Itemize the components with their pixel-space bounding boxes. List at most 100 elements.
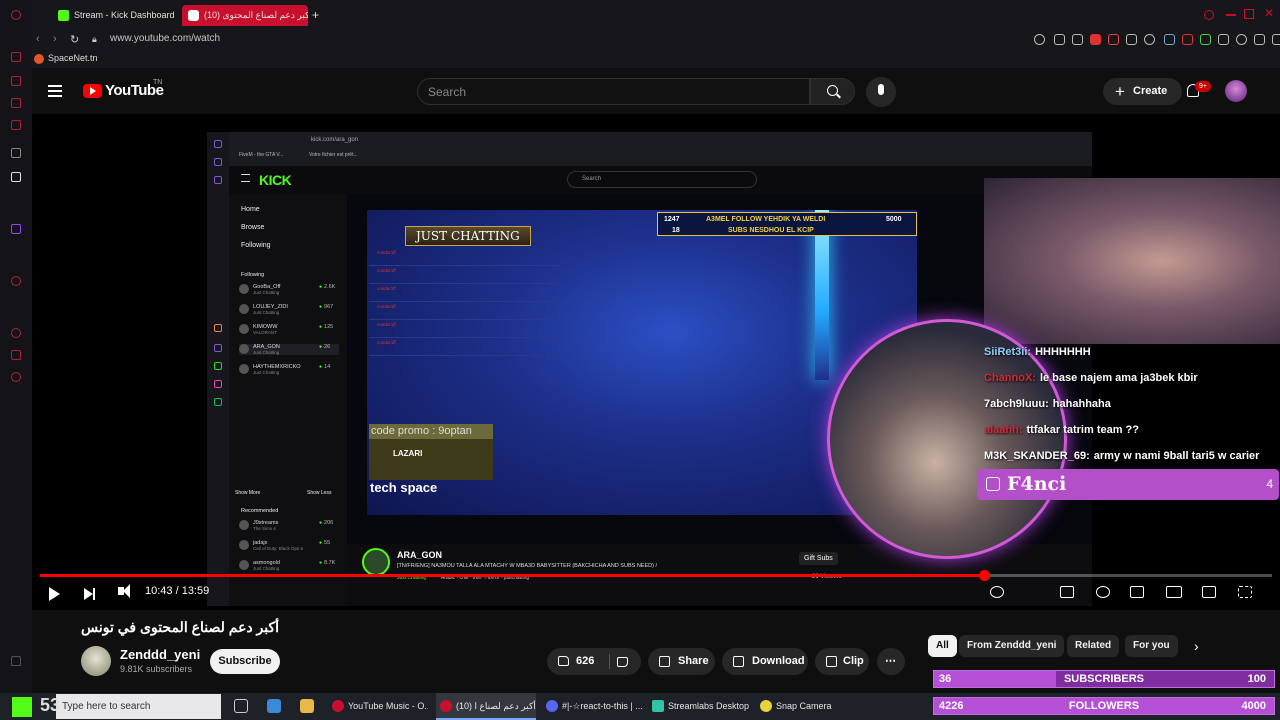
bookmark-spacenet[interactable]: SpaceNet.tn (34, 53, 98, 64)
more-actions-button[interactable]: ⋯ (877, 648, 905, 675)
heart-icon[interactable] (1144, 34, 1155, 45)
microphone-icon (878, 84, 884, 95)
start-button-icon[interactable] (12, 697, 32, 717)
capture-instagram-icon (214, 380, 222, 388)
zoom-icon[interactable] (1034, 34, 1045, 45)
vpn-icon[interactable] (1090, 34, 1101, 45)
sidebar-more-icon[interactable] (11, 656, 21, 666)
taskbar-app-snap-camera[interactable]: Snap Camera (756, 693, 836, 720)
sidebar-settings-icon[interactable] (11, 372, 21, 382)
sidebar-home-icon[interactable] (11, 52, 21, 62)
miniplayer-icon[interactable] (1130, 586, 1144, 598)
sidebar-gmail-icon[interactable] (11, 120, 21, 130)
taskbar-app-opera-youtube[interactable]: (10) أكبر دعم لصناع ا... (436, 693, 536, 720)
search-tabs-icon[interactable] (1204, 10, 1214, 20)
theater-mode-icon[interactable] (1166, 586, 1182, 598)
player-icon[interactable] (1126, 34, 1137, 45)
clip-button[interactable]: Clip (815, 648, 869, 675)
copilot-icon[interactable] (267, 699, 281, 713)
create-button[interactable]: + Create (1103, 78, 1182, 105)
highlight-name: F4nci (1007, 473, 1067, 495)
chip-related[interactable]: Related (1067, 635, 1120, 657)
chip-all[interactable]: All (928, 635, 957, 657)
search-button[interactable] (810, 78, 855, 105)
thumbs-down-icon[interactable] (617, 657, 628, 667)
extension-a-icon[interactable] (1164, 34, 1175, 45)
taskbar-app-streamlabs[interactable]: Streamlabs Desktop (648, 693, 750, 720)
voice-search-button[interactable] (866, 77, 896, 107)
file-explorer-icon[interactable] (300, 699, 314, 713)
video-player[interactable]: kick.com/ara_gon FiveM - the GTA V... Vo… (32, 114, 1280, 610)
kick-recommended-item: J9streams206The Sims 4 (239, 520, 333, 531)
streamer-name: ARA_GON (397, 550, 443, 560)
share-icon (659, 656, 670, 667)
sidebar-clock-icon[interactable] (11, 328, 21, 338)
capture-sidebar-icon-5 (214, 344, 222, 352)
search-input[interactable] (428, 84, 798, 100)
maximize-icon[interactable] (1244, 9, 1254, 19)
subtitles-icon[interactable] (1060, 586, 1074, 598)
chip-from-channel[interactable]: From Zenddd_yeni (959, 635, 1065, 657)
extension-b-icon[interactable] (1182, 34, 1193, 45)
extensions-puzzle-icon[interactable] (1218, 34, 1229, 45)
tab-youtube-video[interactable]: (10) أكبر دعم لصناع المحتوى (182, 5, 308, 26)
sidebar-extensions-icon[interactable] (11, 350, 21, 360)
notification-badge: 9+ (1195, 81, 1211, 92)
close-window-icon[interactable]: ✕ (1264, 6, 1274, 20)
cast-icon[interactable] (1202, 586, 1216, 598)
settings-gear-icon[interactable] (1096, 586, 1110, 598)
download-icon[interactable] (1254, 34, 1265, 45)
hamburger-menu-icon[interactable] (48, 85, 62, 97)
sidebar-bag-icon[interactable] (11, 76, 21, 86)
progress-bar[interactable] (40, 570, 1272, 581)
reload-icon[interactable]: ↻ (70, 33, 79, 46)
profile-icon[interactable] (1236, 34, 1247, 45)
autoplay-toggle-icon[interactable] (990, 586, 1004, 598)
sidebar-twitch-icon[interactable] (11, 224, 21, 234)
scrubber-handle[interactable] (978, 570, 990, 581)
opera-logo-icon[interactable] (11, 10, 21, 20)
snapshot-icon[interactable] (1072, 34, 1083, 45)
account-avatar[interactable] (1225, 80, 1247, 102)
channel-name[interactable]: Zenddd_yeni (120, 647, 200, 662)
sidebar-ai-icon[interactable] (11, 172, 21, 182)
share-button[interactable]: Share (648, 648, 715, 675)
subscribe-button[interactable]: Subscribe (210, 649, 280, 674)
new-tab-button[interactable]: + (308, 5, 328, 26)
play-icon[interactable] (49, 587, 60, 601)
volume-icon[interactable] (118, 584, 130, 598)
back-icon[interactable]: ‹ (36, 33, 40, 45)
capture-whatsapp-icon (214, 362, 222, 370)
adblock-icon[interactable] (1108, 34, 1119, 45)
kick-show-more: Show More (235, 490, 261, 496)
tab-kick-dashboard[interactable]: Stream - Kick Dashboard (52, 5, 180, 26)
taskbar-search[interactable]: Type here to search (56, 694, 221, 719)
plus-icon: + (1115, 82, 1125, 101)
chevron-right-icon[interactable]: › (1194, 638, 1199, 654)
search-box[interactable] (417, 78, 810, 105)
like-count[interactable]: 626 (576, 648, 594, 675)
task-view-icon[interactable] (234, 699, 248, 713)
start-overlay-number: 53 (40, 695, 61, 715)
youtube-logo-icon[interactable] (83, 84, 102, 98)
pin-icon[interactable] (1054, 34, 1065, 45)
menu-icon[interactable] (1272, 34, 1280, 45)
minimize-icon[interactable] (1226, 14, 1236, 16)
sidebar-history-icon[interactable] (11, 276, 21, 286)
taskbar-app-discord[interactable]: #|-☆react-to-this | ... (542, 693, 642, 720)
fullscreen-icon[interactable] (1238, 586, 1252, 598)
download-button[interactable]: Download (722, 648, 808, 675)
sidebar-messenger-icon[interactable] (11, 98, 21, 108)
progress-fill (40, 574, 984, 577)
extension-c-icon[interactable] (1200, 34, 1211, 45)
youtube-header: YouTube TN +Create 9+ (32, 68, 1280, 114)
capture-sidebar (207, 132, 229, 606)
forward-icon[interactable]: › (53, 33, 57, 45)
channel-avatar[interactable] (81, 646, 111, 676)
url-text[interactable]: www.youtube.com/watch (110, 33, 220, 44)
next-icon[interactable] (84, 588, 95, 600)
thumbs-up-icon[interactable] (558, 656, 569, 666)
taskbar-app-youtube-music[interactable]: YouTube Music - O... (328, 693, 428, 720)
chip-for-you[interactable]: For you (1125, 635, 1178, 657)
kick-navbar: KICK Search (229, 166, 1092, 194)
